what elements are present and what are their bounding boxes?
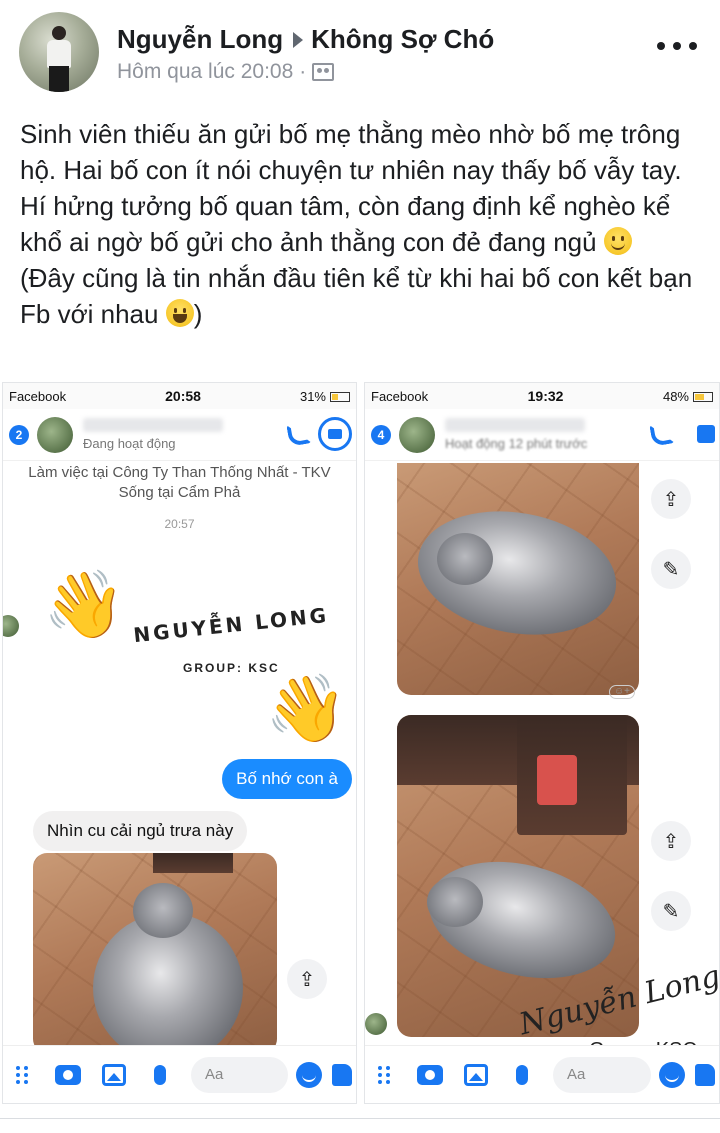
- post-paragraph-1: Sinh viên thiếu ăn gửi bố mẹ thằng mèo n…: [20, 116, 710, 260]
- group-name-link[interactable]: Không Sợ Chó: [311, 24, 494, 55]
- message-composer: Aa: [365, 1045, 719, 1103]
- gallery-icon[interactable]: [461, 1060, 491, 1090]
- unread-badge[interactable]: 2: [9, 424, 29, 445]
- post-title: Nguyễn Long Không Sợ Chó: [117, 24, 494, 55]
- battery-percent: 48%: [662, 388, 689, 404]
- author-avatar[interactable]: [19, 12, 99, 92]
- emoji-picker-icon[interactable]: [296, 1061, 322, 1088]
- post-meta: Hôm qua lúc 20:08 ·: [117, 60, 335, 84]
- camera-icon[interactable]: [415, 1060, 445, 1090]
- status-app: Facebook: [371, 388, 429, 404]
- camera-icon[interactable]: [53, 1060, 83, 1090]
- post-timestamp[interactable]: Hôm qua lúc 20:08: [117, 60, 293, 84]
- battery-icon: [330, 392, 350, 403]
- video-call-icon[interactable]: [318, 417, 352, 451]
- more-dots-icon: [657, 42, 665, 50]
- post-paragraph-2: (Đây cũng là tin nhắn đầu tiên kể từ khi…: [20, 260, 710, 332]
- activity-status: Đang hoạt động: [83, 436, 176, 451]
- sender-avatar: [365, 1013, 387, 1035]
- post-body: Sinh viên thiếu ăn gửi bố mẹ thằng mèo n…: [20, 116, 710, 332]
- contact-info: Làm việc tại Công Ty Than Thống Nhất - T…: [3, 461, 356, 503]
- unread-badge[interactable]: 4: [371, 424, 391, 445]
- group-privacy-icon: [312, 63, 335, 81]
- message-input[interactable]: Aa: [553, 1056, 651, 1093]
- edit-icon[interactable]: ✎: [651, 549, 691, 589]
- post-text-1: Sinh viên thiếu ăn gửi bố mẹ thằng mèo n…: [20, 119, 682, 257]
- share-icon[interactable]: ⇪: [287, 959, 327, 999]
- status-time: 20:58: [165, 388, 201, 404]
- status-battery: 31%: [300, 389, 350, 404]
- battery-percent: 31%: [299, 388, 326, 404]
- message-composer: Aa: [3, 1045, 356, 1103]
- edit-icon-2[interactable]: ✎: [651, 891, 691, 931]
- work-info: Làm việc tại Công Ty Than Thống Nhất - T…: [28, 464, 331, 481]
- left-messenger-screenshot[interactable]: Facebook 20:58 31% 2 Đang hoạt động Làm …: [2, 382, 357, 1104]
- more-apps-icon[interactable]: [369, 1060, 399, 1090]
- outgoing-message[interactable]: Bố nhớ con à: [222, 759, 352, 799]
- gallery-icon[interactable]: [99, 1060, 129, 1090]
- blurred-contact-name: [445, 418, 585, 432]
- sender-avatar: [3, 615, 19, 637]
- post-text-end: ): [193, 299, 203, 329]
- post-text-2: (Đây cũng là tin nhắn đầu tiên kể từ khi…: [20, 263, 693, 329]
- microphone-icon[interactable]: [507, 1060, 537, 1090]
- phone-icon[interactable]: [649, 421, 675, 447]
- chat-timestamp: 20:57: [164, 517, 195, 531]
- status-app: Facebook: [9, 388, 67, 404]
- contact-avatar[interactable]: [37, 416, 73, 453]
- microphone-icon[interactable]: [145, 1060, 175, 1090]
- status-bar: Facebook 19:32 48%: [365, 383, 719, 409]
- contact-meta: Hoạt động 12 phút trước: [445, 418, 587, 451]
- cat-photo-2[interactable]: [397, 463, 639, 695]
- message-input[interactable]: Aa: [191, 1056, 288, 1093]
- grin-emoji-icon: [165, 299, 194, 327]
- video-call-icon[interactable]: [697, 425, 715, 443]
- phone-icon[interactable]: [286, 421, 312, 447]
- blurred-contact-name: [83, 418, 223, 432]
- share-icon[interactable]: ⇪: [651, 479, 691, 519]
- more-apps-icon[interactable]: [7, 1060, 37, 1090]
- meta-separator: ·: [299, 60, 307, 83]
- waving-hand-emoji: 👋: [43, 567, 126, 641]
- like-icon[interactable]: [695, 1063, 715, 1086]
- more-options-button[interactable]: [657, 36, 697, 56]
- waving-hand-emoji-2: 👋: [265, 671, 348, 745]
- slight-smile-emoji-icon: [603, 227, 632, 255]
- chat-header: 2 Đang hoạt động: [3, 409, 356, 461]
- incoming-message[interactable]: Nhìn cu cải ngủ trưa này: [33, 811, 248, 851]
- divider: [0, 1118, 720, 1119]
- emoji-picker-icon[interactable]: [659, 1061, 685, 1088]
- status-bar: Facebook 20:58 31%: [3, 383, 356, 409]
- share-icon-2[interactable]: ⇪: [651, 821, 691, 861]
- like-icon[interactable]: [332, 1063, 352, 1086]
- watermark-name: NGUYỄN LONG: [132, 602, 331, 648]
- status-time: 19:32: [527, 388, 564, 404]
- battery-icon: [693, 392, 713, 403]
- cat-photo-1[interactable]: [33, 853, 277, 1053]
- triangle-right-icon: [293, 31, 304, 48]
- activity-status: Hoạt động 12 phút trước: [445, 436, 588, 451]
- author-name-link[interactable]: Nguyễn Long: [117, 24, 283, 55]
- contact-meta: Đang hoạt động: [83, 418, 223, 451]
- post-header: Nguyễn Long Không Sợ Chó Hôm qua lúc 20:…: [0, 0, 720, 100]
- contact-avatar[interactable]: [399, 416, 435, 453]
- chat-header: 4 Hoạt động 12 phút trước: [365, 409, 719, 461]
- right-messenger-screenshot[interactable]: Facebook 19:32 48% 4 Hoạt động 12 phút t…: [364, 382, 720, 1104]
- add-reaction-icon[interactable]: ☺+: [609, 685, 635, 699]
- status-battery: 48%: [663, 389, 713, 404]
- home-info: Sống tại Cẩm Phả: [118, 484, 241, 501]
